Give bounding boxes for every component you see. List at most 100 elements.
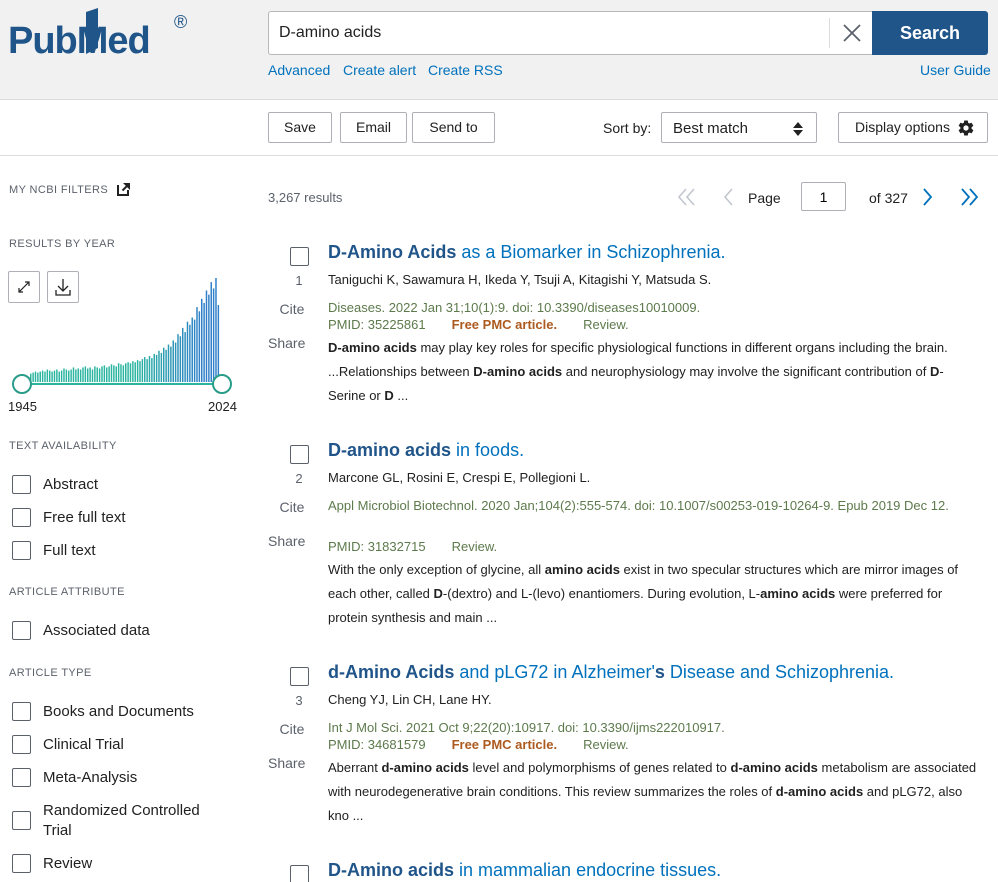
histogram-bar[interactable]: [89, 367, 91, 382]
histogram-bar[interactable]: [167, 344, 170, 382]
histogram-bar[interactable]: [174, 342, 177, 382]
histogram-bar[interactable]: [198, 311, 201, 382]
histogram-bar[interactable]: [217, 305, 220, 382]
email-button[interactable]: Email: [340, 112, 407, 143]
histogram-bar[interactable]: [70, 369, 72, 382]
histogram-bar[interactable]: [196, 307, 198, 382]
histogram-bar[interactable]: [98, 368, 101, 382]
result-title-link[interactable]: D-Amino Acids as a Biomarker in Schizoph…: [328, 242, 725, 263]
histogram-bar[interactable]: [182, 327, 184, 382]
histogram-bar[interactable]: [84, 366, 87, 382]
create-alert-link[interactable]: Create alert: [343, 62, 416, 78]
histogram-bar[interactable]: [146, 359, 148, 382]
histogram-bar[interactable]: [151, 358, 153, 382]
histogram-bar[interactable]: [120, 364, 122, 382]
cite-button[interactable]: Cite: [268, 499, 316, 515]
histogram-bar[interactable]: [94, 366, 96, 382]
histogram-bar[interactable]: [215, 278, 217, 382]
user-guide-link[interactable]: User Guide: [920, 62, 991, 78]
histogram-bar[interactable]: [101, 366, 103, 382]
previous-page-icon[interactable]: [720, 186, 736, 208]
checkbox[interactable]: [12, 621, 31, 640]
histogram-bar[interactable]: [189, 324, 191, 382]
histogram-bar[interactable]: [155, 354, 158, 382]
page-number-input[interactable]: [801, 182, 846, 211]
histogram-bar[interactable]: [177, 334, 179, 382]
histogram-bar[interactable]: [37, 372, 39, 382]
share-button[interactable]: Share: [268, 755, 305, 771]
result-title-link[interactable]: D-Amino acids in mammalian endocrine tis…: [328, 860, 721, 881]
histogram-bar[interactable]: [160, 352, 163, 382]
checkbox[interactable]: [12, 702, 31, 721]
histogram-bar[interactable]: [63, 368, 65, 382]
histogram-bar[interactable]: [41, 370, 44, 382]
histogram-bar[interactable]: [91, 369, 94, 382]
histogram-bar[interactable]: [193, 319, 196, 382]
histogram-bar[interactable]: [103, 365, 106, 382]
result-title-link[interactable]: d-Amino Acids and pLG72 in Alzheimer's D…: [328, 662, 894, 683]
histogram-bar[interactable]: [115, 366, 117, 382]
search-input[interactable]: [279, 12, 819, 54]
histogram-bar[interactable]: [106, 367, 108, 382]
histogram-bar[interactable]: [201, 298, 203, 382]
histogram-bar[interactable]: [68, 370, 70, 382]
year-slider-start-handle[interactable]: [12, 374, 32, 394]
share-button[interactable]: Share: [268, 533, 305, 549]
histogram-bar[interactable]: [165, 349, 167, 382]
histogram-bar[interactable]: [208, 294, 210, 382]
histogram-bar[interactable]: [132, 361, 134, 382]
create-rss-link[interactable]: Create RSS: [428, 62, 503, 78]
histogram-bar[interactable]: [148, 356, 151, 382]
histogram-bar[interactable]: [153, 353, 155, 382]
histogram-bar[interactable]: [186, 321, 189, 382]
send-to-button[interactable]: Send to: [412, 112, 495, 143]
histogram-bar[interactable]: [117, 363, 120, 382]
histogram-bar[interactable]: [210, 282, 212, 382]
checkbox[interactable]: [12, 768, 31, 787]
histogram-bar[interactable]: [110, 364, 113, 382]
histogram-bar[interactable]: [65, 369, 68, 382]
histogram-bar[interactable]: [79, 369, 82, 382]
filter-free-full-text[interactable]: Free full text: [12, 508, 126, 528]
histogram-bar[interactable]: [127, 362, 129, 382]
histogram-bar[interactable]: [144, 357, 146, 382]
checkbox[interactable]: [12, 541, 31, 560]
histogram-bar[interactable]: [113, 365, 115, 382]
histogram-bar[interactable]: [34, 371, 37, 382]
result-title-link[interactable]: D-amino acids in foods.: [328, 440, 524, 461]
share-button[interactable]: Share: [268, 335, 305, 351]
result-checkbox[interactable]: [290, 445, 309, 464]
result-checkbox[interactable]: [290, 667, 309, 686]
histogram-bar[interactable]: [49, 370, 51, 382]
next-page-icon[interactable]: [920, 186, 936, 208]
first-page-icon[interactable]: [676, 186, 698, 208]
checkbox[interactable]: [12, 735, 31, 754]
histogram-bar[interactable]: [51, 371, 53, 382]
histogram-bar[interactable]: [96, 367, 98, 382]
filter-abstract[interactable]: Abstract: [12, 475, 98, 495]
histogram-bar[interactable]: [134, 362, 136, 382]
histogram-bar[interactable]: [212, 288, 215, 382]
histogram-bar[interactable]: [158, 350, 160, 382]
free-pmc-badge[interactable]: Free PMC article.: [452, 737, 558, 752]
histogram-bar[interactable]: [139, 361, 141, 382]
pubmed-logo[interactable]: PubMed ®: [8, 6, 198, 72]
checkbox[interactable]: [12, 508, 31, 527]
histogram-bar[interactable]: [72, 367, 75, 382]
histogram-bar[interactable]: [108, 366, 110, 382]
year-slider-end-handle[interactable]: [212, 374, 232, 394]
checkbox[interactable]: [12, 811, 31, 830]
histogram-bar[interactable]: [191, 317, 193, 382]
filter-review[interactable]: Review: [12, 854, 92, 874]
result-checkbox[interactable]: [290, 247, 309, 266]
histogram-bar[interactable]: [125, 363, 127, 382]
histogram-bar[interactable]: [172, 340, 174, 382]
histogram-bar[interactable]: [203, 302, 205, 382]
histogram-bar[interactable]: [56, 369, 58, 382]
histogram-bar[interactable]: [129, 363, 132, 382]
save-button[interactable]: Save: [268, 112, 332, 143]
checkbox[interactable]: [12, 475, 31, 494]
histogram-bar[interactable]: [53, 370, 56, 382]
histogram-bar[interactable]: [87, 368, 89, 382]
advanced-link[interactable]: Advanced: [268, 62, 330, 78]
